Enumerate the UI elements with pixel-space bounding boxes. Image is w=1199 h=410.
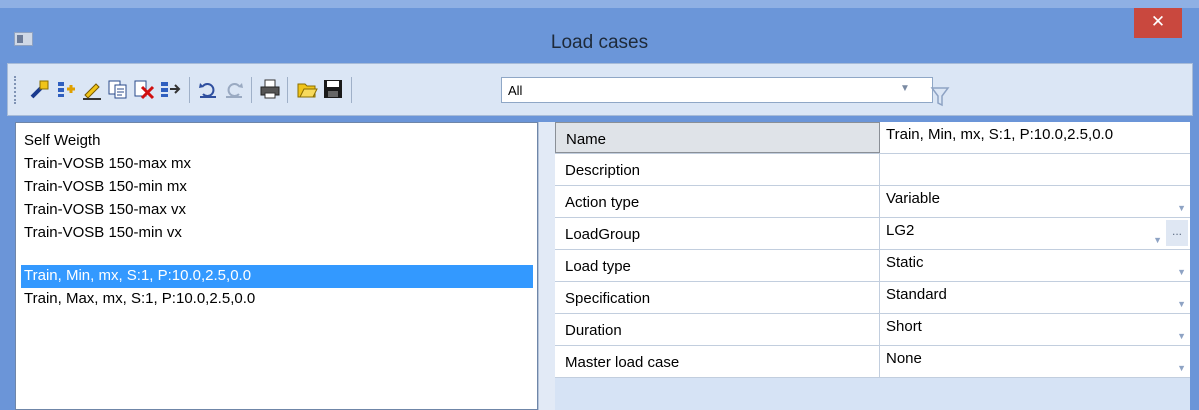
load-group-value: LG2	[886, 222, 915, 239]
browse-button[interactable]: ...	[1166, 220, 1188, 246]
chevron-down-icon[interactable]: ▼	[1177, 195, 1186, 217]
filter-combobox[interactable]: All ▼	[501, 77, 950, 107]
chevron-down-icon[interactable]: ▼	[1177, 259, 1186, 281]
property-label[interactable]: Master load case	[555, 346, 880, 377]
toolbar-grip[interactable]	[14, 76, 18, 104]
property-row-duration: Duration Short ▼	[555, 314, 1190, 346]
load-type-select[interactable]: Static ▼	[880, 250, 1190, 281]
insert-icon[interactable]	[54, 76, 78, 102]
property-row-load-group: LoadGroup LG2 ▼ ...	[555, 218, 1190, 250]
window-title: Load cases	[550, 32, 649, 53]
title-bar[interactable]: Load cases	[0, 8, 1199, 63]
master-load-case-value: None	[886, 350, 922, 367]
copy-icon[interactable]	[106, 76, 130, 102]
edit-icon[interactable]	[80, 76, 104, 102]
toolbar-separator	[287, 77, 288, 103]
property-label[interactable]: Action type	[555, 186, 880, 217]
list-item[interactable]: Train-VOSB 150-max vx	[21, 199, 533, 222]
property-label[interactable]: Name	[555, 122, 880, 153]
load-type-value: Static	[886, 254, 924, 271]
property-row-action-type: Action type Variable ▼	[555, 186, 1190, 218]
property-grid-footer	[555, 378, 1190, 410]
list-item[interactable]: Train-VOSB 150-max mx	[21, 153, 533, 176]
move-icon[interactable]	[158, 76, 182, 102]
print-icon[interactable]	[258, 76, 282, 102]
property-label[interactable]: LoadGroup	[555, 218, 880, 249]
delete-icon[interactable]	[132, 76, 156, 102]
chevron-down-icon[interactable]: ▼	[1153, 227, 1162, 249]
description-field[interactable]	[880, 154, 1190, 185]
specification-value: Standard	[886, 286, 947, 303]
load-case-list[interactable]: Self Weigth Train-VOSB 150-max mx Train-…	[15, 122, 538, 410]
load-group-select[interactable]: LG2 ▼ ...	[880, 218, 1190, 249]
duration-value: Short	[886, 318, 922, 335]
filter-value: All	[508, 83, 523, 98]
chevron-down-icon[interactable]: ▼	[1177, 323, 1186, 345]
window-top-strip	[0, 0, 1199, 8]
redo-icon[interactable]	[222, 76, 246, 102]
property-row-master-load-case: Master load case None ▼	[555, 346, 1190, 378]
chevron-down-icon[interactable]: ▼	[900, 83, 910, 94]
property-row-name: Name Train, Min, mx, S:1, P:10.0,2.5,0.0	[555, 122, 1190, 154]
specification-select[interactable]: Standard ▼	[880, 282, 1190, 313]
property-row-load-type: Load type Static ▼	[555, 250, 1190, 282]
action-type-select[interactable]: Variable ▼	[880, 186, 1190, 217]
property-label[interactable]: Duration	[555, 314, 880, 345]
panel-splitter[interactable]	[538, 122, 555, 410]
action-type-value: Variable	[886, 190, 940, 207]
list-item[interactable]: Train, Max, mx, S:1, P:10.0,2.5,0.0	[21, 288, 533, 311]
property-row-description: Description	[555, 154, 1190, 186]
toolbar-separator	[189, 77, 190, 103]
toolbar-separator	[351, 77, 352, 103]
list-item[interactable]: Self Weigth	[21, 130, 533, 153]
list-item-selected[interactable]: Train, Min, mx, S:1, P:10.0,2.5,0.0	[21, 265, 533, 288]
list-item[interactable]: Train-VOSB 150-min mx	[21, 176, 533, 199]
property-label[interactable]: Specification	[555, 282, 880, 313]
name-field[interactable]: Train, Min, mx, S:1, P:10.0,2.5,0.0	[880, 122, 1190, 153]
close-button[interactable]: ✕	[1134, 8, 1182, 38]
chevron-down-icon[interactable]: ▼	[1177, 355, 1186, 377]
property-row-specification: Specification Standard ▼	[555, 282, 1190, 314]
save-icon[interactable]	[321, 76, 345, 102]
open-icon[interactable]	[295, 76, 319, 102]
chevron-down-icon[interactable]: ▼	[1177, 291, 1186, 313]
filter-icon[interactable]	[930, 85, 950, 109]
master-load-case-select[interactable]: None ▼	[880, 346, 1190, 377]
property-grid: Name Train, Min, mx, S:1, P:10.0,2.5,0.0…	[555, 122, 1190, 410]
list-item[interactable]: Train-VOSB 150-min vx	[21, 222, 533, 245]
undo-icon[interactable]	[196, 76, 220, 102]
duration-select[interactable]: Short ▼	[880, 314, 1190, 345]
toolbar: All ▼	[7, 63, 1193, 116]
property-label[interactable]: Description	[555, 154, 880, 185]
toolbar-separator	[251, 77, 252, 103]
new-icon[interactable]	[28, 76, 52, 102]
load-cases-window: Load cases ✕ All ▼ Self Weigth Train-VOS…	[0, 0, 1199, 410]
property-label[interactable]: Load type	[555, 250, 880, 281]
